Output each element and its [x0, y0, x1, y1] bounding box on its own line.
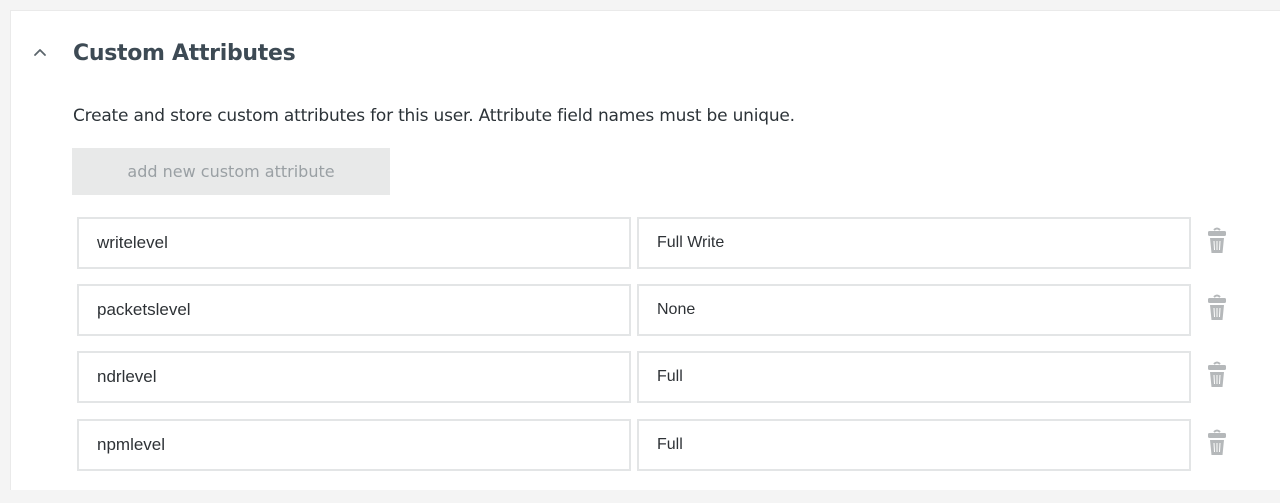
attribute-name-field[interactable]: writelevel	[77, 217, 631, 269]
attribute-name-field[interactable]: packetslevel	[77, 284, 631, 336]
attribute-value-field[interactable]: Full	[637, 419, 1191, 471]
chevron-up-icon[interactable]	[31, 43, 49, 61]
custom-attributes-panel: Custom Attributes Create and store custo…	[10, 10, 1280, 490]
trash-icon[interactable]	[1206, 361, 1228, 389]
attribute-value-field[interactable]: None	[637, 284, 1191, 336]
trash-icon[interactable]	[1206, 294, 1228, 322]
attribute-row: packetslevel None	[77, 284, 1237, 336]
attribute-value-field[interactable]: Full	[637, 351, 1191, 403]
trash-icon[interactable]	[1206, 429, 1228, 457]
section-title: Custom Attributes	[73, 41, 296, 66]
section-header	[31, 43, 49, 61]
trash-icon[interactable]	[1206, 227, 1228, 255]
section-description: Create and store custom attributes for t…	[73, 106, 795, 126]
add-custom-attribute-button[interactable]: add new custom attribute	[72, 148, 390, 195]
attribute-row: npmlevel Full	[77, 419, 1237, 471]
attribute-row: writelevel Full Write	[77, 217, 1237, 269]
attribute-name-field[interactable]: npmlevel	[77, 419, 631, 471]
attribute-name-field[interactable]: ndrlevel	[77, 351, 631, 403]
attribute-value-field[interactable]: Full Write	[637, 217, 1191, 269]
attribute-row: ndrlevel Full	[77, 351, 1237, 403]
